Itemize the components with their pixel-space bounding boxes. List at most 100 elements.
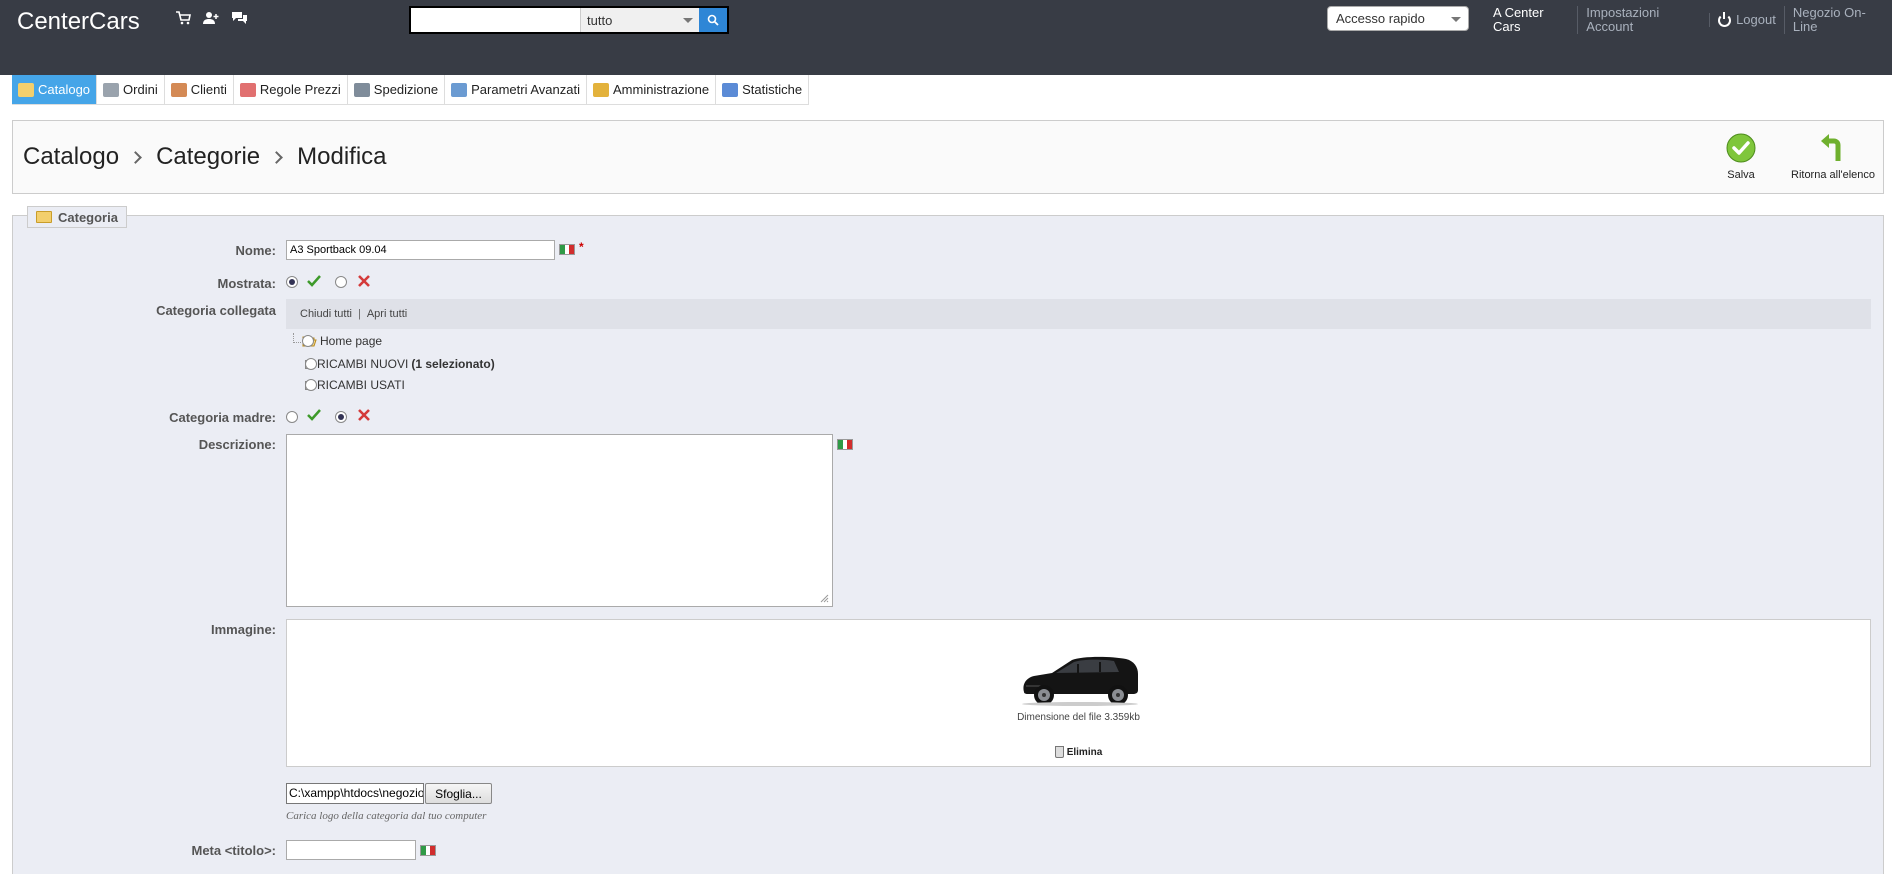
root-yes-radio[interactable] <box>286 411 298 423</box>
name-label: Nome: <box>235 243 276 258</box>
delete-label: Elimina <box>1066 746 1103 758</box>
search-box: tutto <box>409 6 729 34</box>
separator: | <box>357 308 361 320</box>
image-label: Immagine: <box>210 622 276 637</box>
tree-node-new-parts: RICAMBI NUOVI (1 selezionato) <box>305 357 495 371</box>
chevron-down-icon <box>1451 17 1461 22</box>
tab-statistiche[interactable]: Statistiche <box>716 75 810 104</box>
tree-node-used-parts: RICAMBI USATI <box>305 378 405 392</box>
tab-spedizione[interactable]: Spedizione <box>348 75 446 104</box>
search-button[interactable] <box>699 8 727 32</box>
check-icon <box>307 409 321 421</box>
check-icon <box>307 275 321 287</box>
tree-label: RICAMBI NUOVI <box>317 357 409 371</box>
italian-flag-icon[interactable] <box>559 244 575 255</box>
page-toolbar: Catalogo Categorie Modifica Salva Ritorn… <box>12 120 1884 194</box>
italian-flag-icon[interactable] <box>837 439 853 450</box>
legend-title: Categoria <box>58 209 118 225</box>
save-button[interactable]: Salva <box>1726 133 1756 181</box>
add-user-icon[interactable] <box>202 10 220 26</box>
tab-label: Clienti <box>190 82 227 97</box>
browse-button[interactable]: Sfoglia... <box>425 783 492 804</box>
file-size-text: Dimensione del file 3.359kb <box>1017 712 1140 723</box>
meta-title-label: Meta <titolo>: <box>191 843 276 858</box>
shop-name-link[interactable]: A Center Cars <box>1493 6 1577 34</box>
italian-flag-icon[interactable] <box>420 845 436 856</box>
chevron-right-icon <box>129 150 142 164</box>
description-textarea[interactable] <box>286 434 833 607</box>
top-header: CenterCars tutto Accesso rapido A Center… <box>0 0 1892 75</box>
file-path-input[interactable]: C:\xampp\htdocs\negozio <box>286 783 424 804</box>
cross-icon <box>358 409 370 421</box>
required-mark: * <box>579 240 584 254</box>
new-parts-radio[interactable] <box>305 358 317 370</box>
fieldset-legend: Categoria <box>27 206 127 228</box>
price-rules-icon <box>239 82 256 97</box>
logo[interactable]: CenterCars <box>17 8 140 36</box>
tab-ordini[interactable]: Ordini <box>97 75 165 104</box>
breadcrumb-item[interactable]: Catalogo <box>23 143 119 171</box>
folder-icon <box>18 82 34 97</box>
expand-all-link[interactable]: Apri tutti <box>367 308 407 320</box>
chart-icon <box>722 82 739 97</box>
tree-connector <box>293 333 301 343</box>
root-no-radio[interactable] <box>335 411 347 423</box>
root-category-label: Categoria madre: <box>169 410 276 425</box>
chevron-down-icon <box>683 18 693 23</box>
delete-image-button[interactable]: Elimina <box>287 746 1870 758</box>
chevron-right-icon <box>270 150 284 164</box>
user-icon <box>170 82 187 97</box>
tab-regole-prezzi[interactable]: Regole Prezzi <box>234 75 348 104</box>
tab-label: Spedizione <box>373 82 439 97</box>
tree-toolbar: Chiudi tutti | Apri tutti <box>286 299 1871 329</box>
folder-icon <box>36 211 52 223</box>
car-image <box>1022 656 1138 706</box>
image-preview-box: Dimensione del file 3.359kb Elimina <box>286 619 1871 767</box>
search-icon <box>707 14 719 26</box>
back-to-list-button[interactable]: Ritorna all'elenco <box>1791 133 1875 181</box>
quick-access-label: Accesso rapido <box>1336 11 1425 26</box>
tab-label: Regole Prezzi <box>259 82 341 97</box>
breadcrumb-item: Modifica <box>297 143 387 170</box>
home-radio[interactable] <box>302 335 314 347</box>
messages-icon[interactable] <box>230 10 248 26</box>
check-circle-icon <box>1726 133 1756 163</box>
tab-label: Catalogo <box>38 82 91 97</box>
tab-label: Ordini <box>123 82 158 97</box>
tab-catalogo[interactable]: Catalogo <box>12 75 98 104</box>
tab-label: Statistiche <box>742 82 803 97</box>
cross-icon <box>358 275 370 287</box>
logout-link[interactable]: Logout <box>1709 11 1784 27</box>
logout-label: Logout <box>1736 12 1776 27</box>
shown-yes-radio[interactable] <box>286 276 298 288</box>
tree-label: Home page <box>320 334 383 348</box>
resize-handle-icon[interactable] <box>820 594 829 603</box>
tree-node-home: Home page <box>302 334 382 348</box>
name-input[interactable] <box>286 240 555 260</box>
search-scope-select[interactable]: tutto <box>580 8 699 32</box>
meta-title-input[interactable] <box>286 840 416 860</box>
wrench-icon <box>451 82 468 97</box>
tree-label: RICAMBI USATI <box>317 378 405 392</box>
main-nav: Catalogo Ordini Clienti Regole Prezzi Sp… <box>12 75 810 105</box>
breadcrumb-item[interactable]: Categorie <box>156 143 260 171</box>
return-arrow-icon <box>1821 134 1841 161</box>
tab-amministrazione[interactable]: Amministrazione <box>587 75 717 104</box>
header-icons <box>174 10 248 26</box>
used-parts-radio[interactable] <box>305 379 317 391</box>
back-label: Ritorna all'elenco <box>1791 169 1876 181</box>
search-input[interactable] <box>411 8 580 32</box>
cart-icon <box>103 82 120 97</box>
breadcrumb: Catalogo Categorie Modifica <box>23 143 387 171</box>
tab-label: Parametri Avanzati <box>471 82 580 97</box>
save-label: Salva <box>1727 169 1755 181</box>
quick-access-select[interactable]: Accesso rapido <box>1327 6 1469 31</box>
collapse-all-link[interactable]: Chiudi tutti <box>300 308 352 320</box>
account-settings-link[interactable]: Impostazioni Account <box>1577 6 1709 34</box>
cart-icon[interactable] <box>174 10 192 26</box>
tab-clienti[interactable]: Clienti <box>165 75 234 104</box>
tab-parametri-avanzati[interactable]: Parametri Avanzati <box>445 75 587 104</box>
online-store-link[interactable]: Negozio On-Line <box>1783 6 1892 34</box>
shown-no-radio[interactable] <box>335 276 347 288</box>
trash-icon <box>1054 746 1064 758</box>
